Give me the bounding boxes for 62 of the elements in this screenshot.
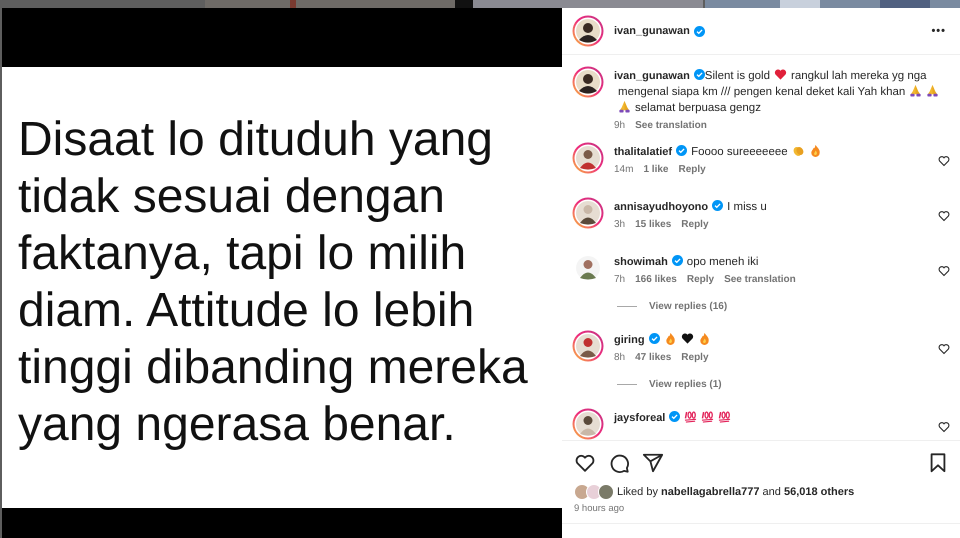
- praying-hands-icon: [618, 100, 631, 113]
- view-replies-link[interactable]: View replies (1): [649, 379, 722, 390]
- like-count[interactable]: 15 likes: [635, 219, 672, 230]
- hundred-points-icon: [684, 410, 698, 423]
- heart-icon: [680, 332, 694, 345]
- praying-hands-icon: [909, 84, 922, 97]
- hundred-points-icon: [701, 410, 714, 423]
- reply-link[interactable]: Reply: [678, 164, 706, 175]
- heart-outline-icon[interactable]: [938, 155, 950, 167]
- avatar-icon[interactable]: [572, 408, 604, 440]
- flame-icon: [664, 332, 677, 345]
- username[interactable]: thalitalatief: [614, 146, 672, 158]
- caption-text: selamat berpuasa gengz: [635, 101, 761, 116]
- praying-hands-icon: [926, 84, 940, 97]
- view-replies-link[interactable]: View replies (16): [649, 301, 728, 312]
- avatar-icon[interactable]: [572, 66, 604, 98]
- like-count[interactable]: 1 like: [643, 164, 668, 175]
- heart-outline-icon[interactable]: [938, 210, 950, 222]
- heart-outline-icon[interactable]: [938, 265, 950, 277]
- avatar-icon[interactable]: [572, 330, 604, 362]
- reply-link[interactable]: Reply: [686, 274, 714, 285]
- send-icon[interactable]: [642, 452, 664, 474]
- flame-icon: [698, 332, 711, 345]
- heart-icon: [774, 68, 788, 81]
- comment-text: Foooo sureeeeeee: [691, 145, 788, 160]
- timestamp: 7h: [614, 274, 626, 285]
- heart-outline-icon[interactable]: [938, 343, 950, 355]
- like-count[interactable]: 166 likes: [635, 274, 677, 285]
- reply-link[interactable]: Reply: [681, 352, 709, 363]
- reply-link[interactable]: Reply: [681, 219, 709, 230]
- post-time: 9 hours ago: [573, 502, 626, 514]
- timestamp: 8h: [614, 352, 626, 363]
- username[interactable]: showimah: [614, 256, 668, 268]
- quote-text: Disaat lo dituduh yang tidak sesuai dengan faktanya, tapi lo milih diam. Attitude lo lebih tinggi dibanding mereka yang ngerasa benar.: [18, 112, 529, 453]
- caption-text: rangkul lah mereka yg nga: [791, 69, 927, 84]
- username[interactable]: annisayudhoyono: [614, 201, 708, 213]
- caption-text: mengenal siapa km /// pengen kenal deket kali Yah khan: [618, 85, 906, 100]
- username[interactable]: ivan_gunawan: [614, 70, 690, 82]
- timestamp: 9h: [614, 120, 626, 131]
- avatar-icon[interactable]: [572, 197, 604, 229]
- comment-text: I miss u: [727, 200, 767, 215]
- more-options-button[interactable]: •••: [931, 25, 946, 37]
- timestamp: 3h: [614, 219, 626, 230]
- hundred-points-icon: [718, 410, 732, 423]
- username[interactable]: ivan_gunawan: [614, 25, 690, 37]
- comment-text: opo meneh iki: [686, 255, 758, 270]
- likes-summary: Liked by nabellagabrella777 and 56,018 others: [617, 486, 854, 498]
- heart-outline-icon[interactable]: [938, 421, 950, 433]
- username[interactable]: jaysforeal: [614, 412, 666, 424]
- translation-link[interactable]: See translation: [724, 274, 796, 285]
- like-count[interactable]: 47 likes: [635, 352, 672, 363]
- heart-outline-icon[interactable]: [574, 452, 596, 474]
- timestamp: 14m: [614, 164, 634, 175]
- translation-link[interactable]: See translation: [635, 120, 707, 131]
- avatar-icon[interactable]: [572, 142, 604, 174]
- caption-text: Silent is gold: [704, 69, 770, 84]
- username[interactable]: giring: [614, 334, 645, 346]
- clapping-hands-icon: [792, 144, 805, 157]
- flame-icon: [808, 144, 822, 157]
- liker-avatars-icon: [574, 484, 614, 500]
- avatar-icon[interactable]: [572, 15, 604, 47]
- comment-icon[interactable]: [608, 452, 630, 474]
